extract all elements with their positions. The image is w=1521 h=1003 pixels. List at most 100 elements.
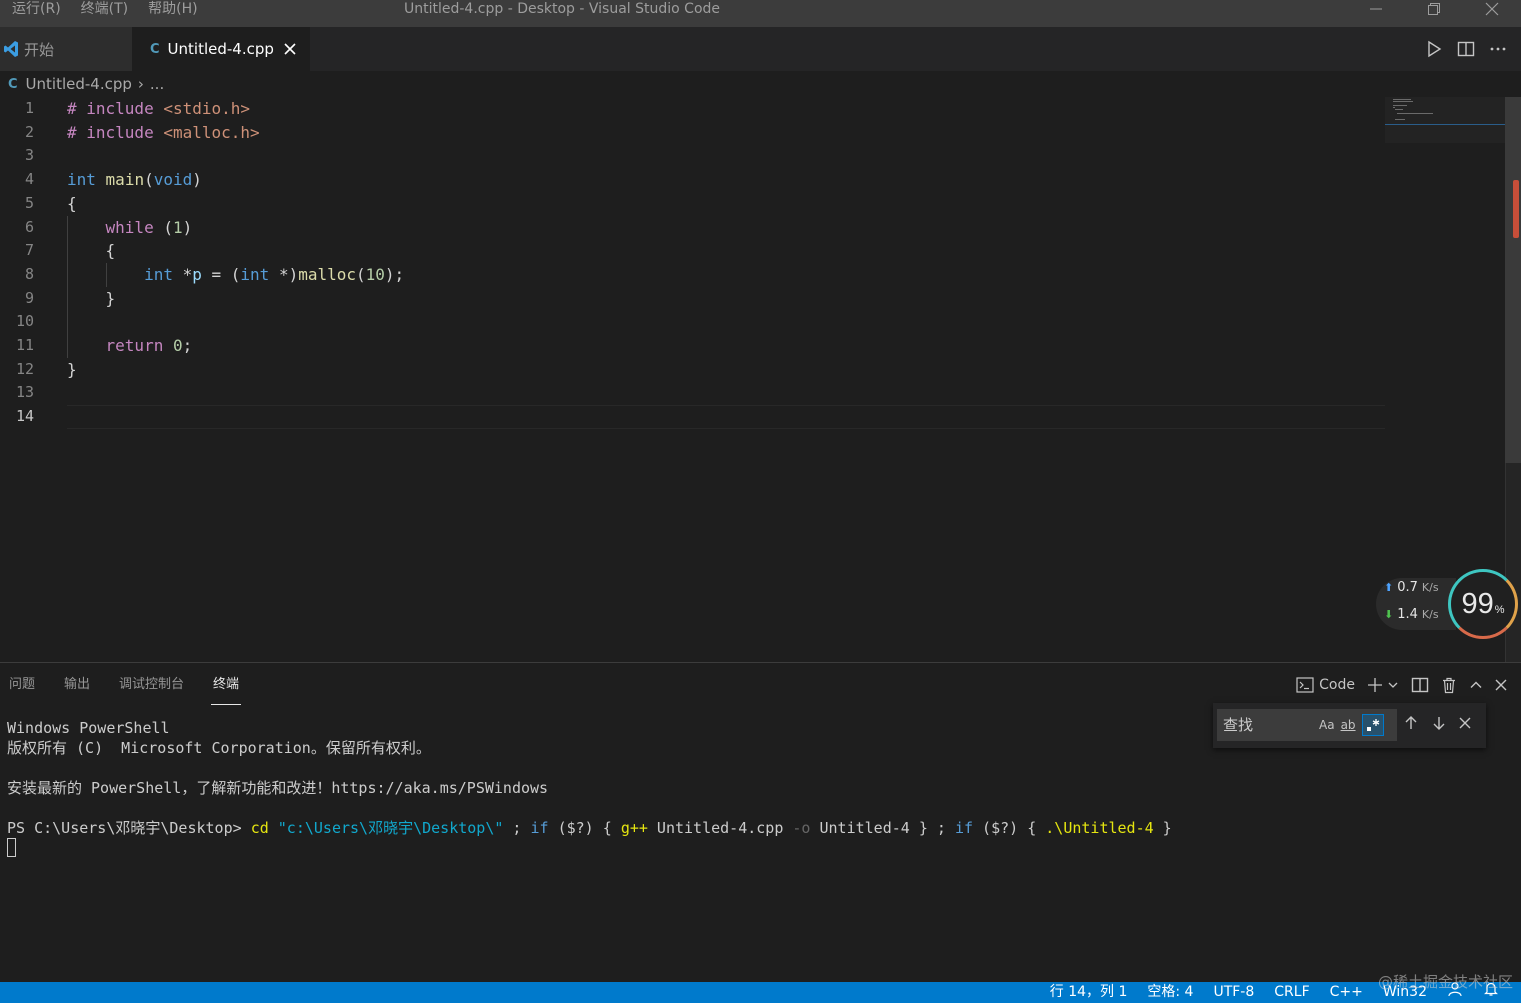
cpp-file-icon: C — [8, 76, 18, 92]
arrow-up-icon: ⬆ — [1384, 581, 1394, 594]
network-speed-widget[interactable]: ⬆ 0.7 K/s ⬇ 1.4 K/s 99% — [1376, 569, 1518, 639]
gauge-unit: % — [1494, 603, 1505, 616]
terminal-cursor — [7, 838, 16, 857]
cmd-file: Untitled-4.cpp — [647, 819, 793, 837]
line-number: 3 — [24, 146, 34, 165]
new-terminal-button[interactable] — [1367, 677, 1399, 693]
cmd-cond: ($?) { — [973, 819, 1046, 837]
tab-close-button[interactable] — [284, 43, 296, 55]
cmd-cd: cd — [250, 819, 269, 837]
line-number: 2 — [24, 122, 34, 141]
breadcrumb-file[interactable]: Untitled-4.cpp — [26, 75, 132, 93]
cmd-if: if — [530, 819, 549, 837]
cmd-gpp: g++ — [620, 819, 648, 837]
find-input[interactable]: 查找 Aa ab — [1217, 709, 1397, 741]
terminal-line: 版权所有 (C) Microsoft Corporation。保留所有权利。 — [7, 739, 431, 757]
editor-tab-bar: 开始 C Untitled-4.cpp — [0, 27, 1521, 71]
match-case-toggle[interactable]: Aa — [1319, 709, 1335, 741]
close-icon — [284, 43, 296, 55]
breadcrumb-more[interactable]: ... — [150, 75, 164, 93]
regex-toggle[interactable] — [1361, 714, 1384, 736]
chevron-up-icon — [1470, 681, 1482, 688]
line-number: 6 — [24, 217, 34, 236]
vscode-logo-icon — [4, 41, 18, 57]
prompt: PS C:\Users\邓晓宇\Desktop> — [7, 819, 251, 837]
cmd-end: } — [1153, 819, 1172, 837]
minimize-button[interactable] — [1347, 0, 1405, 18]
terminal-selector[interactable]: Code — [1296, 677, 1355, 693]
editor-actions — [1425, 27, 1507, 71]
status-bar: 行 14，列 1 空格: 4 UTF-8 CRLF C++ Win32 — [0, 982, 1521, 1003]
line-number: 1 — [24, 99, 34, 117]
memory-gauge: 99% — [1448, 569, 1518, 639]
line-number: 11 — [15, 336, 34, 354]
restore-icon — [1428, 3, 1440, 15]
tab-terminal[interactable]: 终端 — [211, 663, 242, 707]
line-number: 14 — [15, 407, 34, 426]
tab-start-label: 开始 — [24, 40, 55, 59]
line-number: 8 — [24, 264, 34, 283]
code-line-6: while (1) — [105, 218, 193, 237]
code-line-5: { — [67, 194, 77, 213]
breadcrumb: C Untitled-4.cpp › ... — [0, 71, 1521, 97]
tab-problems[interactable]: 问题 — [9, 663, 35, 707]
close-panel-button[interactable] — [1495, 679, 1507, 691]
terminal-selector-label: Code — [1319, 677, 1355, 693]
find-navigation — [1403, 709, 1471, 741]
code-editor[interactable]: 1 2 3 4 5 6 7 8 9 10 11 12 13 14 # include <stdio.h> … — [0, 97, 1505, 662]
kill-terminal-button[interactable] — [1441, 677, 1457, 694]
line-number: 12 — [15, 359, 34, 378]
minimap[interactable] — [1385, 97, 1505, 143]
terminal-find-widget: 查找 Aa ab — [1213, 703, 1486, 748]
line-number: 9 — [24, 288, 34, 307]
tab-untitled-4[interactable]: C Untitled-4.cpp — [132, 27, 310, 71]
tab-start[interactable]: 开始 — [0, 27, 132, 71]
arrow-down-icon — [1433, 717, 1445, 730]
status-indentation[interactable]: 空格: 4 — [1147, 982, 1193, 1003]
status-eol[interactable]: CRLF — [1274, 982, 1309, 1003]
next-match-button[interactable] — [1431, 715, 1447, 735]
restore-button[interactable] — [1405, 0, 1463, 18]
scrollbar-thumb[interactable] — [1505, 97, 1521, 463]
whole-word-toggle[interactable]: ab — [1341, 709, 1356, 741]
run-button[interactable] — [1425, 40, 1443, 58]
split-editor-button[interactable] — [1457, 40, 1475, 58]
cmd-if: if — [954, 819, 974, 837]
tab-debug-console[interactable]: 调试控制台 — [119, 663, 184, 707]
terminal-icon — [1296, 677, 1314, 693]
terminal-command-line: PS C:\Users\邓晓宇\Desktop> cd "c:\Users\邓晓… — [7, 818, 1172, 838]
panel-actions: Code — [1296, 663, 1507, 707]
maximize-panel-button[interactable] — [1469, 678, 1483, 692]
code-line-1: # include <stdio.h> — [67, 99, 251, 118]
minimap-line — [1393, 99, 1411, 100]
close-find-button[interactable] — [1459, 717, 1471, 733]
play-icon — [1428, 40, 1442, 58]
code-line-11: return 0; — [105, 336, 193, 355]
minimap-line — [1385, 124, 1505, 125]
panel-tab-bar: 问题 输出 调试控制台 终端 — [9, 663, 242, 707]
cmd-flag: -o — [792, 819, 811, 837]
gauge-value: 99 — [1461, 587, 1494, 620]
ellipsis-icon — [1490, 47, 1506, 51]
status-cursor-position[interactable]: 行 14，列 1 — [1050, 982, 1128, 1003]
minimize-icon — [1370, 8, 1382, 10]
previous-match-button[interactable] — [1403, 715, 1419, 735]
more-actions-button[interactable] — [1489, 40, 1507, 58]
line-number: 13 — [15, 383, 34, 402]
status-language[interactable]: C++ — [1330, 982, 1363, 1003]
download-unit: K/s — [1421, 608, 1439, 621]
close-icon — [1495, 679, 1507, 691]
chevron-down-icon — [1388, 682, 1398, 688]
status-encoding[interactable]: UTF-8 — [1213, 982, 1254, 1003]
code-line-4: int main(void) — [67, 170, 202, 189]
upload-speed: ⬆ 0.7 K/s — [1384, 580, 1439, 595]
close-window-button[interactable] — [1463, 0, 1521, 18]
current-line-highlight — [67, 405, 1385, 429]
split-terminal-button[interactable] — [1411, 676, 1429, 694]
tab-output[interactable]: 输出 — [64, 663, 90, 707]
close-icon — [1459, 717, 1471, 729]
minimap-line — [1395, 119, 1405, 120]
cmd-path: "c:\Users\邓晓宇\Desktop\" — [277, 819, 504, 837]
cpp-file-icon: C — [150, 41, 160, 57]
title-bar: 运行(R) 终端(T) 帮助(H) Untitled-4.cpp - Deskt… — [0, 0, 1521, 27]
